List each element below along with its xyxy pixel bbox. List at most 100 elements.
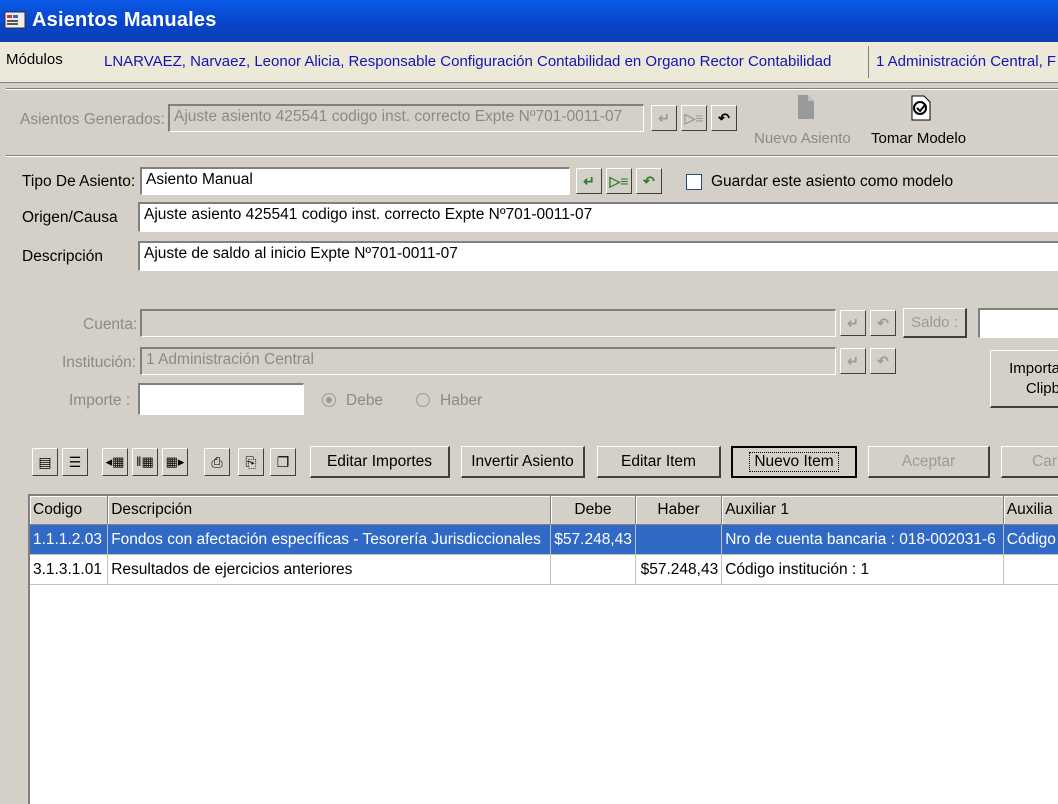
column-right-icon: ▦▸ <box>165 454 185 469</box>
balance-field[interactable] <box>978 308 1058 338</box>
cell-description[interactable]: Resultados de ejercicios anteriores <box>107 554 551 585</box>
cell-aux1[interactable]: Código institución : 1 <box>721 554 1004 585</box>
account-field[interactable] <box>140 309 836 337</box>
column-header-aux1[interactable]: Auxiliar 1 <box>721 496 1004 525</box>
column-header-debit[interactable]: Debe <box>550 496 636 525</box>
balance-button[interactable]: Saldo : <box>903 308 967 338</box>
current-institution: 1 Administración Central, F <box>876 53 1057 70</box>
origin-field[interactable]: Ajuste asiento 425541 codigo inst. corre… <box>138 202 1058 232</box>
modules-label[interactable]: Módulos <box>6 51 63 68</box>
window-title: Asientos Manuales <box>32 9 217 31</box>
take-model-icon[interactable] <box>904 92 936 124</box>
description-label: Descripción <box>22 248 103 265</box>
cell-debit[interactable]: $57.248,43 <box>550 524 636 555</box>
undo-entry-button[interactable]: ↶ <box>711 105 737 131</box>
invert-entry-button[interactable]: Invertir Asiento <box>461 446 585 478</box>
title-bar: Asientos Manuales <box>0 0 1058 42</box>
undo-institution-button[interactable]: ↶ <box>870 348 896 374</box>
institution-field[interactable]: 1 Administración Central <box>140 347 836 375</box>
select-list-icon: ▷≡ <box>684 109 704 126</box>
print-preview-button[interactable]: ⎘ <box>238 448 264 476</box>
copy-icon: ❐ <box>276 453 290 470</box>
cell-code[interactable]: 3.1.3.1.01 <box>30 554 109 585</box>
column-right-button[interactable]: ▦▸ <box>162 448 188 476</box>
generated-label: Asientos Generados: <box>20 111 165 128</box>
copy-button[interactable]: ❐ <box>270 448 296 476</box>
table-header-row: Codigo Descripción Debe Haber Auxiliar 1… <box>30 496 1058 525</box>
undo-icon: ↶ <box>718 109 730 126</box>
current-user: LNARVAEZ, Narvaez, Leonor Alicia, Respon… <box>104 53 832 70</box>
print-preview-icon: ⎘ <box>245 453 257 470</box>
accept-button[interactable]: Aceptar <box>868 446 990 478</box>
generated-entries-field[interactable]: Ajuste asiento 425541 codigo inst. corre… <box>168 104 644 132</box>
search-type-button[interactable]: ↵ <box>576 168 602 194</box>
cancel-button[interactable]: Car <box>1001 446 1058 478</box>
cell-credit[interactable] <box>635 524 723 555</box>
entry-type-field[interactable]: Asiento Manual <box>140 167 570 195</box>
undo-icon: ↶ <box>877 314 889 331</box>
description-field[interactable]: Ajuste de saldo al inicio Expte Nº701-00… <box>138 241 1058 271</box>
institution-label: Institución: <box>62 354 137 371</box>
table-row[interactable]: 1.1.1.2.03 Fondos con afectación específ… <box>30 524 1058 555</box>
cell-code[interactable]: 1.1.1.2.03 <box>30 524 109 555</box>
undo-icon: ↶ <box>643 172 655 189</box>
cell-aux2[interactable] <box>1003 554 1058 585</box>
credit-label: Haber <box>440 392 483 409</box>
search-icon: ↵ <box>847 314 859 331</box>
amount-label: Importe : <box>69 392 131 409</box>
undo-icon: ↶ <box>877 352 889 369</box>
printer-icon: ⎙ <box>211 453 223 470</box>
columns-icon: ▤ <box>38 453 52 470</box>
column-left-button[interactable]: ◂▦ <box>102 448 128 476</box>
search-icon: ↵ <box>847 352 859 369</box>
undo-type-button[interactable]: ↶ <box>636 168 662 194</box>
cell-aux2[interactable]: Código <box>1003 524 1058 555</box>
new-item-button[interactable]: Nuevo Item <box>731 446 857 478</box>
take-model-button[interactable]: Tomar Modelo <box>871 130 966 147</box>
new-entry-icon[interactable] <box>790 92 820 122</box>
column-left-icon: ◂▦ <box>105 454 125 469</box>
select-entry-button[interactable]: ▷≡ <box>681 105 707 131</box>
amount-field[interactable] <box>138 383 304 415</box>
account-label: Cuenta: <box>83 316 138 333</box>
app-icon[interactable] <box>4 10 26 30</box>
edit-amounts-button[interactable]: Editar Importes <box>310 446 450 478</box>
select-type-button[interactable]: ▷≡ <box>606 168 632 194</box>
edit-item-button[interactable]: Editar Item <box>597 446 721 478</box>
entries-grid: Codigo Descripción Debe Haber Auxiliar 1… <box>28 494 1058 804</box>
debit-radio[interactable] <box>322 393 336 412</box>
search-institution-button[interactable]: ↵ <box>840 348 866 374</box>
column-split-button[interactable]: ‖▦ <box>132 448 158 476</box>
column-header-code[interactable]: Codigo <box>30 496 109 525</box>
cell-credit[interactable]: $57.248,43 <box>635 554 723 585</box>
cell-debit[interactable] <box>550 554 636 585</box>
save-model-checkbox[interactable] <box>686 174 702 190</box>
cell-aux1[interactable]: Nro de cuenta bancaria : 018-002031-6 <box>721 524 1004 555</box>
search-account-button[interactable]: ↵ <box>840 310 866 336</box>
modules-bar: Módulos LNARVAEZ, Narvaez, Leonor Alicia… <box>0 42 1058 83</box>
sort-icon: ☰ <box>68 453 82 470</box>
credit-radio[interactable] <box>416 393 430 412</box>
save-model-label: Guardar este asiento como modelo <box>711 173 954 190</box>
cell-description[interactable]: Fondos con afectación específicas - Teso… <box>107 524 551 555</box>
entry-type-label: Tipo De Asiento: <box>22 173 136 190</box>
sort-button[interactable]: ☰ <box>62 448 88 476</box>
modules-separator <box>868 46 869 78</box>
entries-table: Codigo Descripción Debe Haber Auxiliar 1… <box>30 496 1058 585</box>
column-header-credit[interactable]: Haber <box>635 496 723 525</box>
new-entry-button[interactable]: Nuevo Asiento <box>754 130 851 147</box>
import-label-line2: Clipb <box>1025 379 1058 397</box>
column-header-aux2[interactable]: Auxilia <box>1003 496 1058 525</box>
search-icon: ↵ <box>583 172 595 189</box>
divider <box>6 88 1058 90</box>
print-button[interactable]: ⎙ <box>204 448 230 476</box>
select-list-icon: ▷≡ <box>609 172 629 189</box>
search-icon: ↵ <box>658 109 670 126</box>
undo-account-button[interactable]: ↶ <box>870 310 896 336</box>
origin-label: Origen/Causa <box>22 209 118 226</box>
import-clipboard-button[interactable]: Importa Clipb <box>990 350 1058 408</box>
table-row[interactable]: 3.1.3.1.01 Resultados de ejercicios ante… <box>30 554 1058 585</box>
search-entry-button[interactable]: ↵ <box>651 105 677 131</box>
grid-layout-button[interactable]: ▤ <box>32 448 58 476</box>
column-header-description[interactable]: Descripción <box>107 496 551 525</box>
